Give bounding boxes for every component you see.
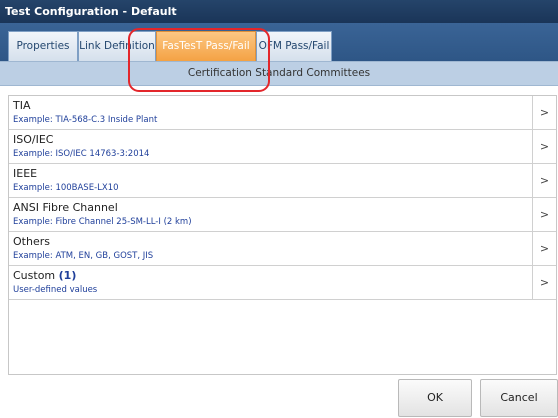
item-subtitle: Example: TIA-568-C.3 Inside Plant [13,115,158,125]
item-subtitle: Example: ISO/IEC 14763-3:2014 [13,149,150,159]
list-item-others[interactable]: Others Example: ATM, EN, GB, GOST, JIS > [9,232,556,266]
item-title-text: Custom [13,269,56,282]
tab-link-definition[interactable]: Link Definition [78,31,156,61]
list-item-ieee[interactable]: IEEE Example: 100BASE-LX10 > [9,164,556,198]
chevron-right-icon[interactable]: > [532,232,556,265]
tab-ofm-pass-fail[interactable]: OFM Pass/Fail [256,31,332,61]
standards-list: TIA Example: TIA-568-C.3 Inside Plant > … [8,95,557,375]
list-item-ansi-fibre-channel[interactable]: ANSI Fibre Channel Example: Fibre Channe… [9,198,556,232]
item-title: Others [13,235,50,248]
item-subtitle: Example: 100BASE-LX10 [13,183,119,193]
chevron-right-icon[interactable]: > [532,96,556,129]
ok-button[interactable]: OK [398,379,472,417]
list-item-tia[interactable]: TIA Example: TIA-568-C.3 Inside Plant > [9,96,556,130]
item-title: IEEE [13,167,38,180]
item-title: ANSI Fibre Channel [13,201,118,214]
window-title: Test Configuration - Default [0,0,558,23]
item-subtitle: User-defined values [13,285,98,295]
cancel-button[interactable]: Cancel [480,379,558,417]
item-subtitle: Example: ATM, EN, GB, GOST, JIS [13,251,154,261]
dialog-footer: OK Cancel [0,379,558,418]
custom-count: (1) [58,269,77,282]
chevron-right-icon[interactable]: > [532,198,556,231]
list-item-custom[interactable]: Custom (1) User-defined values > [9,266,556,300]
item-title: TIA [13,99,31,112]
tab-bar: Properties Link Definition FasTesT Pass/… [0,23,558,61]
item-title: ISO/IEC [13,133,54,146]
item-subtitle: Example: Fibre Channel 25-SM-LL-I (2 km) [13,217,192,227]
list-item-iso-iec[interactable]: ISO/IEC Example: ISO/IEC 14763-3:2014 > [9,130,556,164]
section-header: Certification Standard Committees [0,61,558,86]
tab-fastest-pass-fail[interactable]: FasTesT Pass/Fail [156,31,256,61]
chevron-right-icon[interactable]: > [532,266,556,299]
chevron-right-icon[interactable]: > [532,164,556,197]
tab-properties[interactable]: Properties [8,31,78,61]
item-title: Custom (1) [13,269,76,282]
chevron-right-icon[interactable]: > [532,130,556,163]
